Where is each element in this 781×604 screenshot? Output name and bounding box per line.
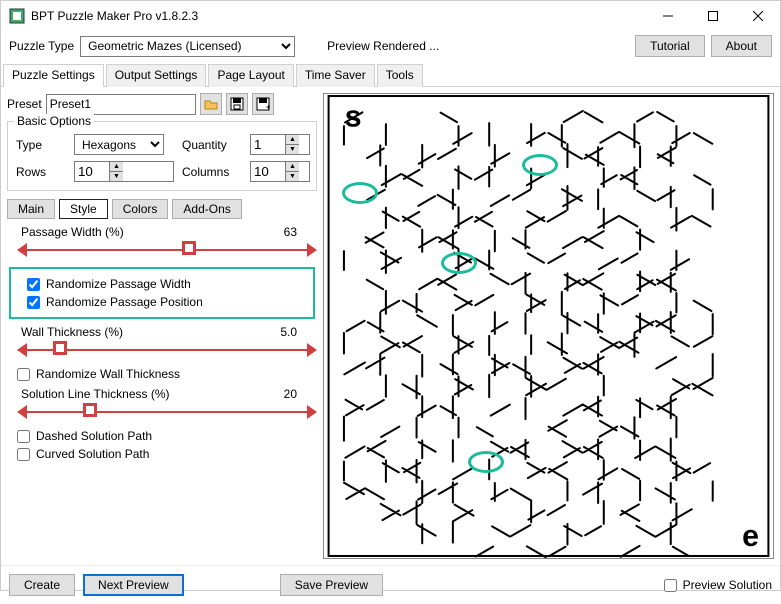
wall-thickness-label: Wall Thickness (%): [21, 325, 123, 339]
tab-page-layout[interactable]: Page Layout: [208, 64, 293, 87]
type-label: Type: [16, 138, 66, 152]
maze-end-label: e: [742, 520, 759, 553]
tab-puzzle-settings[interactable]: Puzzle Settings: [3, 64, 104, 87]
arrow-right-icon[interactable]: [307, 405, 317, 419]
preset-row: Preset +: [7, 93, 317, 115]
style-subtabs: Main Style Colors Add-Ons: [7, 199, 317, 219]
quantity-label: Quantity: [182, 138, 242, 152]
maze-start-label: s: [345, 100, 362, 133]
next-preview-button[interactable]: Next Preview: [83, 574, 184, 596]
passage-width-label: Passage Width (%): [21, 225, 124, 239]
randomize-wall-thickness-checkbox[interactable]: Randomize Wall Thickness: [17, 367, 317, 381]
about-button[interactable]: About: [711, 35, 772, 57]
solution-thickness-slider-block: Solution Line Thickness (%) 20: [17, 387, 317, 421]
rows-label: Rows: [16, 165, 66, 179]
save-preview-button[interactable]: Save Preview: [280, 574, 383, 596]
subtab-style[interactable]: Style: [59, 199, 108, 219]
window-title: BPT Puzzle Maker Pro v1.8.2.3: [31, 9, 645, 23]
solution-thickness-slider[interactable]: [17, 403, 317, 421]
arrow-right-icon[interactable]: [307, 243, 317, 257]
passage-width-value: 63: [284, 225, 297, 239]
open-preset-button[interactable]: [200, 93, 222, 115]
wall-thickness-slider-block: Wall Thickness (%) 5.0: [17, 325, 317, 359]
create-button[interactable]: Create: [9, 574, 75, 596]
tutorial-button[interactable]: Tutorial: [635, 35, 705, 57]
randomize-passage-width-checkbox[interactable]: Randomize Passage Width: [27, 277, 307, 291]
arrow-right-icon[interactable]: [307, 343, 317, 357]
puzzle-type-label: Puzzle Type: [9, 39, 74, 53]
curved-solution-checkbox[interactable]: Curved Solution Path: [17, 447, 317, 461]
work-area: Preset + Basic Options Type Hexagons Qua…: [1, 87, 780, 565]
slider-thumb[interactable]: [182, 241, 196, 255]
maze-preview: s e: [323, 93, 774, 559]
basic-options-legend: Basic Options: [14, 114, 94, 128]
passage-width-slider[interactable]: [17, 241, 317, 259]
puzzle-type-select[interactable]: Geometric Mazes (Licensed): [80, 36, 295, 57]
maze-svg: s e: [324, 94, 773, 558]
wall-thickness-slider[interactable]: [17, 341, 317, 359]
settings-panel: Preset + Basic Options Type Hexagons Qua…: [7, 93, 317, 559]
maximize-button[interactable]: [690, 1, 735, 31]
tab-output-settings[interactable]: Output Settings: [106, 64, 207, 87]
subtab-addons[interactable]: Add-Ons: [172, 199, 241, 219]
passage-width-slider-block: Passage Width (%) 63: [17, 225, 317, 259]
subtab-colors[interactable]: Colors: [112, 199, 169, 219]
basic-options-group: Basic Options Type Hexagons Quantity ▲▼ …: [7, 121, 317, 191]
solution-thickness-value: 20: [284, 387, 297, 401]
save-preset-as-button[interactable]: +: [252, 93, 274, 115]
preset-input[interactable]: [46, 94, 196, 115]
randomize-passage-position-checkbox[interactable]: Randomize Passage Position: [27, 295, 307, 309]
preview-solution-checkbox[interactable]: Preview Solution: [664, 578, 772, 592]
main-tabstrip: Puzzle Settings Output Settings Page Lay…: [1, 63, 780, 87]
tab-tools[interactable]: Tools: [377, 64, 423, 87]
dashed-solution-checkbox[interactable]: Dashed Solution Path: [17, 429, 317, 443]
titlebar: BPT Puzzle Maker Pro v1.8.2.3: [1, 1, 780, 31]
solution-thickness-label: Solution Line Thickness (%): [21, 387, 170, 401]
columns-stepper[interactable]: ▲▼: [250, 161, 310, 182]
subtab-main[interactable]: Main: [7, 199, 55, 219]
slider-thumb[interactable]: [83, 403, 97, 417]
svg-text:+: +: [266, 102, 270, 111]
bottom-bar: Create Next Preview Save Preview Preview…: [1, 565, 780, 604]
tab-time-saver[interactable]: Time Saver: [296, 64, 375, 87]
minimize-button[interactable]: [645, 1, 690, 31]
quantity-stepper[interactable]: ▲▼: [250, 134, 310, 155]
chevron-down-icon[interactable]: ▼: [285, 145, 299, 154]
toolbar-row: Puzzle Type Geometric Mazes (Licensed) P…: [1, 31, 780, 61]
save-preset-button[interactable]: [226, 93, 248, 115]
app-icon: [9, 8, 25, 24]
columns-label: Columns: [182, 165, 242, 179]
chevron-up-icon[interactable]: ▲: [285, 135, 299, 145]
preset-label: Preset: [7, 97, 42, 111]
randomize-highlight: Randomize Passage Width Randomize Passag…: [9, 267, 315, 319]
preview-status: Preview Rendered ...: [327, 39, 439, 53]
close-button[interactable]: [735, 1, 780, 31]
type-select[interactable]: Hexagons: [74, 134, 164, 155]
wall-thickness-value: 5.0: [280, 325, 297, 339]
rows-stepper[interactable]: ▲▼: [74, 161, 174, 182]
slider-thumb[interactable]: [53, 341, 67, 355]
